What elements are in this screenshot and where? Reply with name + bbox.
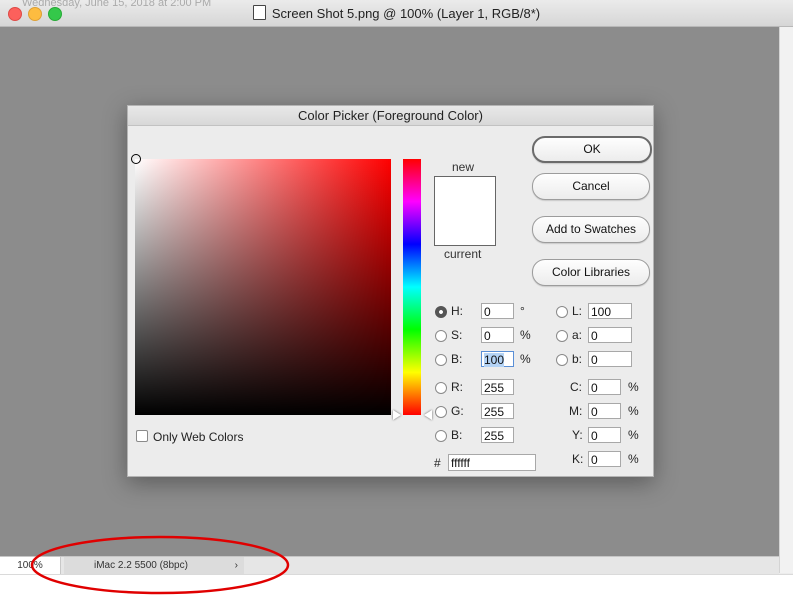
- lightness-label: L:: [572, 304, 583, 318]
- ok-button[interactable]: OK: [532, 136, 652, 163]
- red-input[interactable]: 255: [481, 379, 514, 395]
- blue-input[interactable]: 255: [481, 427, 514, 443]
- window-title-text: Screen Shot 5.png @ 100% (Layer 1, RGB/8…: [271, 6, 541, 21]
- window-titlebar: Wednesday, June 15, 2018 at 2:00 PM Scre…: [0, 0, 793, 27]
- percent-unit: %: [628, 380, 639, 394]
- saturation-input[interactable]: 0: [481, 327, 514, 343]
- cancel-button[interactable]: Cancel: [532, 173, 650, 200]
- brightness-value-selected: 100: [484, 353, 505, 367]
- a-channel-input[interactable]: 0: [588, 327, 632, 343]
- hue-radio[interactable]: [435, 306, 447, 318]
- b-channel-input[interactable]: 0: [588, 351, 632, 367]
- blue-label: B:: [451, 428, 463, 442]
- hue-label: H:: [451, 304, 463, 318]
- status-bar: 100% iMac 2.2 5500 (8bpc) ›: [0, 556, 779, 574]
- brightness-label: B:: [451, 352, 463, 366]
- color-field-marker[interactable]: [131, 154, 141, 164]
- color-preview-swatch: [434, 176, 496, 246]
- brightness-input[interactable]: 100: [481, 351, 514, 367]
- hue-input[interactable]: 0: [481, 303, 514, 319]
- percent-unit: %: [520, 352, 531, 366]
- color-libraries-button[interactable]: Color Libraries: [532, 259, 650, 286]
- green-input[interactable]: 255: [481, 403, 514, 419]
- hex-input[interactable]: ffffff: [448, 454, 536, 471]
- a-channel-label: a:: [572, 328, 583, 342]
- vertical-scrollbar[interactable]: [779, 27, 793, 573]
- yellow-input[interactable]: 0: [588, 427, 621, 443]
- hue-slider-left-handle-icon[interactable]: [393, 410, 401, 420]
- percent-unit: %: [628, 404, 639, 418]
- yellow-label: Y:: [572, 428, 583, 442]
- add-to-swatches-button[interactable]: Add to Swatches: [532, 216, 650, 243]
- green-label: G:: [451, 404, 464, 418]
- b-channel-label: b:: [572, 352, 583, 366]
- checkbox-box[interactable]: [136, 430, 148, 442]
- saturation-label: S:: [451, 328, 463, 342]
- a-channel-radio[interactable]: [556, 330, 568, 342]
- dialog-title: Color Picker (Foreground Color): [128, 106, 653, 126]
- magenta-label: M:: [569, 404, 583, 418]
- chevron-right-icon[interactable]: ›: [235, 557, 238, 574]
- lightness-radio[interactable]: [556, 306, 568, 318]
- black-input[interactable]: 0: [588, 451, 621, 467]
- b-channel-radio[interactable]: [556, 354, 568, 366]
- blue-radio[interactable]: [435, 430, 447, 442]
- new-color-label: new: [452, 160, 475, 174]
- color-picker-dialog: Color Picker (Foreground Color) Only Web…: [127, 105, 654, 477]
- percent-unit: %: [628, 428, 639, 442]
- document-profile-text: iMac 2.2 5500 (8bpc): [94, 560, 188, 571]
- red-radio[interactable]: [435, 382, 447, 394]
- saturation-radio[interactable]: [435, 330, 447, 342]
- brightness-radio[interactable]: [435, 354, 447, 366]
- red-label: R:: [451, 380, 463, 394]
- cyan-input[interactable]: 0: [588, 379, 621, 395]
- zoom-level-field[interactable]: 100%: [0, 557, 61, 574]
- hue-slider-right-handle-icon[interactable]: [424, 410, 432, 420]
- magenta-input[interactable]: 0: [588, 403, 621, 419]
- percent-unit: %: [628, 452, 639, 466]
- only-web-colors-checkbox[interactable]: Only Web Colors: [136, 430, 243, 444]
- current-color-label: current: [444, 247, 482, 261]
- only-web-colors-label: Only Web Colors: [153, 430, 244, 444]
- black-label: K:: [572, 452, 584, 466]
- hex-label: #: [434, 456, 441, 470]
- lightness-input[interactable]: 100: [588, 303, 632, 319]
- window-title: Screen Shot 5.png @ 100% (Layer 1, RGB/8…: [0, 5, 793, 21]
- degree-unit: °: [520, 304, 525, 318]
- cyan-label: C:: [570, 380, 582, 394]
- saturation-brightness-field[interactable]: [135, 159, 391, 415]
- percent-unit: %: [520, 328, 531, 342]
- hue-slider[interactable]: [403, 159, 421, 415]
- document-icon: [252, 5, 266, 20]
- document-info[interactable]: iMac 2.2 5500 (8bpc) ›: [64, 557, 244, 574]
- bottom-strip: [0, 574, 793, 599]
- green-radio[interactable]: [435, 406, 447, 418]
